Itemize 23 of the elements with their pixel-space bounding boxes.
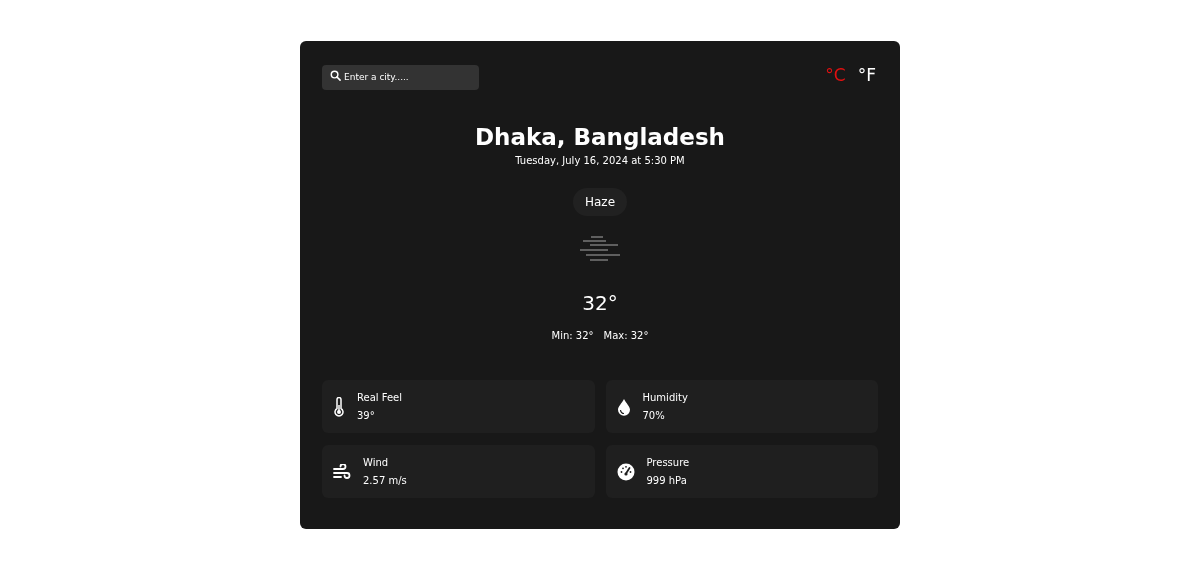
max-temperature: Max: 32°: [603, 329, 649, 344]
location-title: Dhaka, Bangladesh: [475, 122, 725, 152]
min-temperature: Min: 32°: [551, 329, 594, 344]
unit-toggle[interactable]: °F: [857, 63, 876, 89]
stat-label: Wind: [363, 456, 390, 471]
stat-value: 999 hPa: [646, 474, 688, 489]
thermometer-icon: [333, 396, 345, 417]
search-field[interactable]: Enter a city.....: [322, 64, 479, 90]
date-time: Tuesday, July 16, 2024 at 5:30 PM: [515, 154, 685, 169]
stat-label: Humidity: [642, 391, 688, 406]
gauge-icon: [616, 462, 635, 481]
wind-icon: [333, 463, 351, 480]
search-icon: [330, 70, 341, 82]
stat-value: 39°: [357, 409, 376, 424]
haze-icon: [580, 236, 620, 263]
stat-label: Pressure: [646, 456, 690, 471]
stat-value: 2.57 m/s: [363, 474, 407, 489]
condition-pill: Haze: [572, 188, 628, 217]
drop-icon: [616, 397, 631, 416]
unit-toggle[interactable]: °C: [825, 63, 846, 89]
stat-value: 70%: [642, 409, 666, 424]
temperature: 32°: [582, 290, 618, 318]
stat-label: Real Feel: [357, 391, 403, 406]
